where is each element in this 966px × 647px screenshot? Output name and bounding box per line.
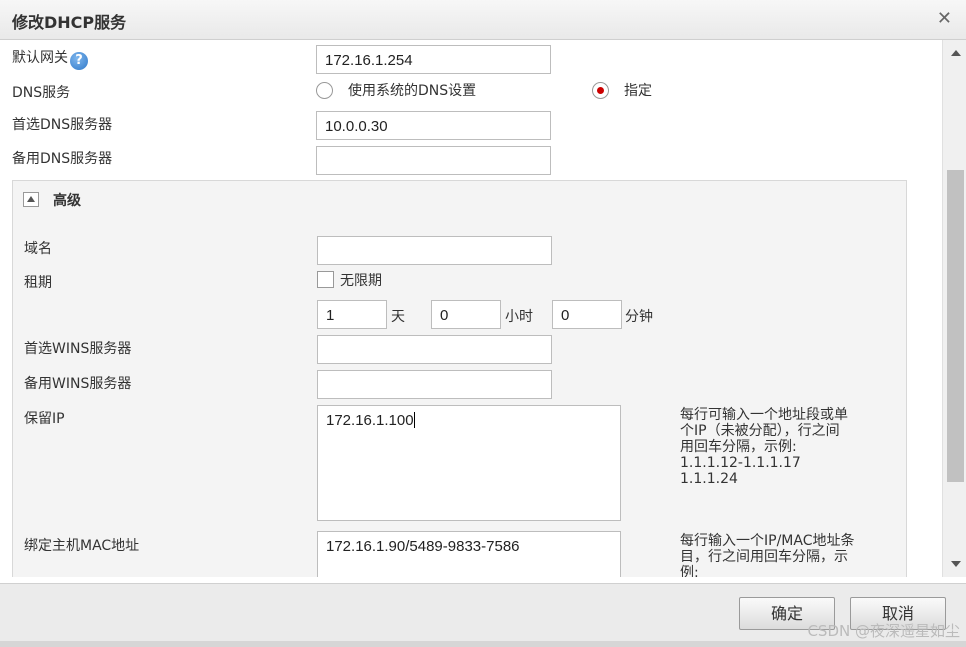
help-icon[interactable]: ?	[70, 52, 88, 70]
collapse-triangle-icon[interactable]	[23, 192, 39, 207]
dialog-titlebar: 修改DHCP服务 ✕	[0, 0, 966, 40]
dns-label: DNS服务	[12, 85, 71, 101]
text-caret	[413, 412, 415, 428]
reserved-ip-hint: 每行可输入一个地址段或单 个IP（未被分配），行之间 用回车分隔，示例: 1.1…	[680, 407, 848, 487]
advanced-section: 高级 域名 租期 无限期 1 天 0 小时 0 分钟 首选WINS服务器 备用W…	[12, 180, 907, 577]
preferred-dns-input[interactable]: 10.0.0.30	[316, 111, 551, 140]
dns-system-radio[interactable]	[316, 82, 333, 99]
scroll-down-arrow-icon[interactable]	[951, 561, 961, 567]
dialog-title: 修改DHCP服务	[12, 13, 127, 32]
backup-wins-input[interactable]	[317, 370, 552, 399]
bind-mac-textarea[interactable]: 172.16.1.90/5489-9833-7586	[317, 531, 621, 577]
dns-specify-radio[interactable]	[592, 82, 609, 99]
bind-mac-hint: 每行输入一个IP/MAC地址条 目，行之间用回车分隔，示 例:	[680, 533, 855, 577]
unlimited-lease-label: 无限期	[340, 273, 382, 289]
watermark: CSDN @夜深遥星如尘	[807, 622, 960, 640]
dialog-content: 默认网关? 172.16.1.254 DNS服务 使用系统的DNS设置 指定 首…	[0, 40, 942, 577]
close-icon[interactable]: ✕	[937, 8, 952, 29]
gateway-input[interactable]: 172.16.1.254	[316, 45, 551, 74]
dns-specify-label: 指定	[624, 83, 652, 99]
lease-days-unit: 天	[391, 309, 405, 325]
lease-minutes-unit: 分钟	[625, 309, 653, 325]
lease-hours-unit: 小时	[505, 309, 533, 325]
scroll-up-arrow-icon[interactable]	[951, 50, 961, 56]
preferred-dns-label: 首选DNS服务器	[12, 117, 113, 133]
bottom-strip	[0, 641, 966, 647]
lease-hours-input[interactable]: 0	[431, 300, 501, 329]
dialog-footer: 确定 取消 CSDN @夜深遥星如尘	[0, 583, 966, 647]
vertical-scrollbar[interactable]	[942, 40, 966, 577]
preferred-wins-input[interactable]	[317, 335, 552, 364]
lease-minutes-input[interactable]: 0	[552, 300, 622, 329]
reserved-ip-textarea[interactable]: 172.16.1.100	[317, 405, 621, 521]
backup-dns-label: 备用DNS服务器	[12, 151, 113, 167]
domain-input[interactable]	[317, 236, 552, 265]
unlimited-lease-checkbox[interactable]	[317, 271, 334, 288]
scrollbar-thumb[interactable]	[947, 170, 964, 482]
backup-wins-label: 备用WINS服务器	[24, 376, 132, 392]
bind-mac-label: 绑定主机MAC地址	[24, 538, 140, 554]
dns-system-label: 使用系统的DNS设置	[348, 83, 477, 99]
lease-days-input[interactable]: 1	[317, 300, 387, 329]
advanced-title: 高级	[53, 193, 81, 209]
lease-label: 租期	[24, 275, 52, 291]
domain-label: 域名	[24, 241, 52, 257]
backup-dns-input[interactable]	[316, 146, 551, 175]
reserved-ip-label: 保留IP	[24, 411, 65, 427]
gateway-label: 默认网关?	[12, 47, 88, 70]
preferred-wins-label: 首选WINS服务器	[24, 341, 132, 357]
